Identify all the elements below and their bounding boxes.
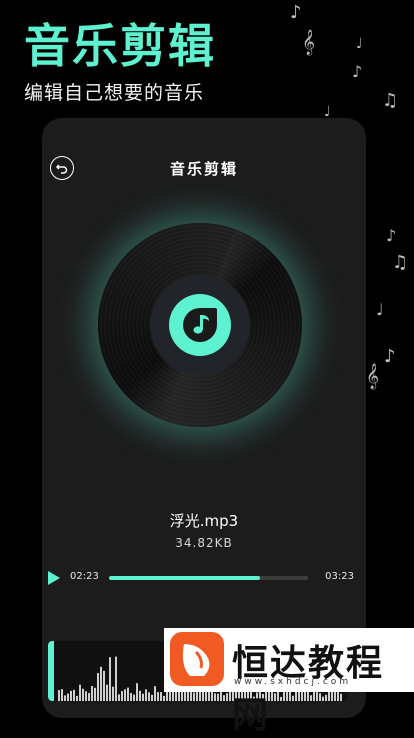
file-size: 34.82KB [175,536,233,550]
waveform-bar [211,690,213,701]
waveform-bar [67,693,69,701]
waveform-bar [64,695,66,701]
hero-title: 音乐剪辑 [24,19,216,73]
waveform-bar [163,695,165,701]
music-note-icon: ♩ [356,36,363,52]
music-note-icon: ♫ [382,90,399,111]
treble-clef-icon: 𝄞 [366,364,380,389]
waveform-bar [61,689,63,701]
waveform-handle[interactable] [48,641,54,701]
waveform-bar [157,692,159,701]
waveform-bar [226,693,228,701]
waveform-bar [151,694,153,701]
logo-icon [182,644,210,676]
waveform-bar [76,695,78,701]
waveform-bar [127,687,129,701]
music-note-icon: ♪ [386,226,397,245]
waveform-bar [88,693,90,701]
waveform-bar [70,690,72,701]
total-time: 03:23 [325,571,354,582]
waveform-bar [202,690,204,701]
watermark: 恒达教程网 www.sxhdcj.com [164,628,414,736]
hero-subtitle: 编辑自己想要的音乐 [24,82,205,104]
waveform-bar [79,684,81,701]
audio-player: 02:23 03:23 [48,570,354,586]
music-note-icon: ♫ [392,252,409,273]
waveform-bar [154,686,156,701]
waveform-bar [94,687,96,701]
waveform-bar [130,693,132,701]
disc-label [150,275,250,375]
waveform-bar [112,686,114,701]
music-note-icon: ♪ [290,2,302,23]
disc-center [169,294,231,356]
waveform-bar [115,656,117,701]
waveform-bar [118,694,120,701]
waveform-bar [196,690,198,701]
waveform-bar [133,694,135,701]
waveform-bar [160,692,162,701]
waveform-bar [103,670,105,701]
waveform-bar [109,657,111,701]
waveform-bar [223,695,225,701]
file-name: 浮光.mp3 [169,512,239,530]
waveform-bar [91,686,93,701]
waveform-bar [124,689,126,701]
music-note-icon: ♩ [376,300,384,319]
screen-title: 音乐剪辑 [169,160,238,178]
waveform-bar [82,688,84,701]
music-note-icon: ♪ [352,62,363,81]
waveform-bar [145,689,147,701]
waveform-bar [148,692,150,701]
progress-slider[interactable] [109,576,308,580]
waveform-bar [142,693,144,701]
waveform-bar [97,673,99,701]
music-note-icon [183,308,217,342]
current-time: 02:23 [70,571,99,582]
waveform-bar [85,691,87,701]
music-note-icon: ♪ [384,346,396,367]
watermark-url: www.sxhdcj.com [234,677,352,687]
treble-clef-icon: 𝄞 [302,30,316,55]
waveform-bar [106,684,108,701]
vinyl-disc [98,223,302,427]
waveform-bar [184,691,186,701]
waveform-bar [217,693,219,701]
waveform-bar [100,666,102,701]
progress-fill [109,576,261,580]
waveform-bar [136,683,138,701]
waveform-bar [121,691,123,701]
waveform-bar [214,693,216,701]
watermark-logo [170,632,224,686]
waveform-bar [208,690,210,701]
waveform-bar [193,692,195,701]
play-icon[interactable] [48,571,60,585]
waveform-bar [139,690,141,701]
